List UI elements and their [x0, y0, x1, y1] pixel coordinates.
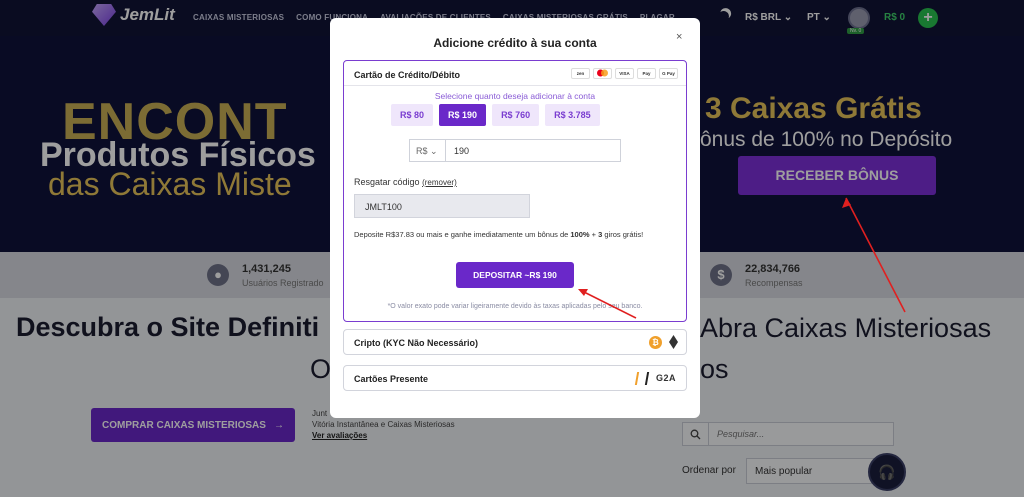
annotation-arrows [578, 197, 906, 319]
annotation-arrow-bonus [845, 197, 906, 313]
annotation-arrow-deposit [579, 289, 637, 319]
